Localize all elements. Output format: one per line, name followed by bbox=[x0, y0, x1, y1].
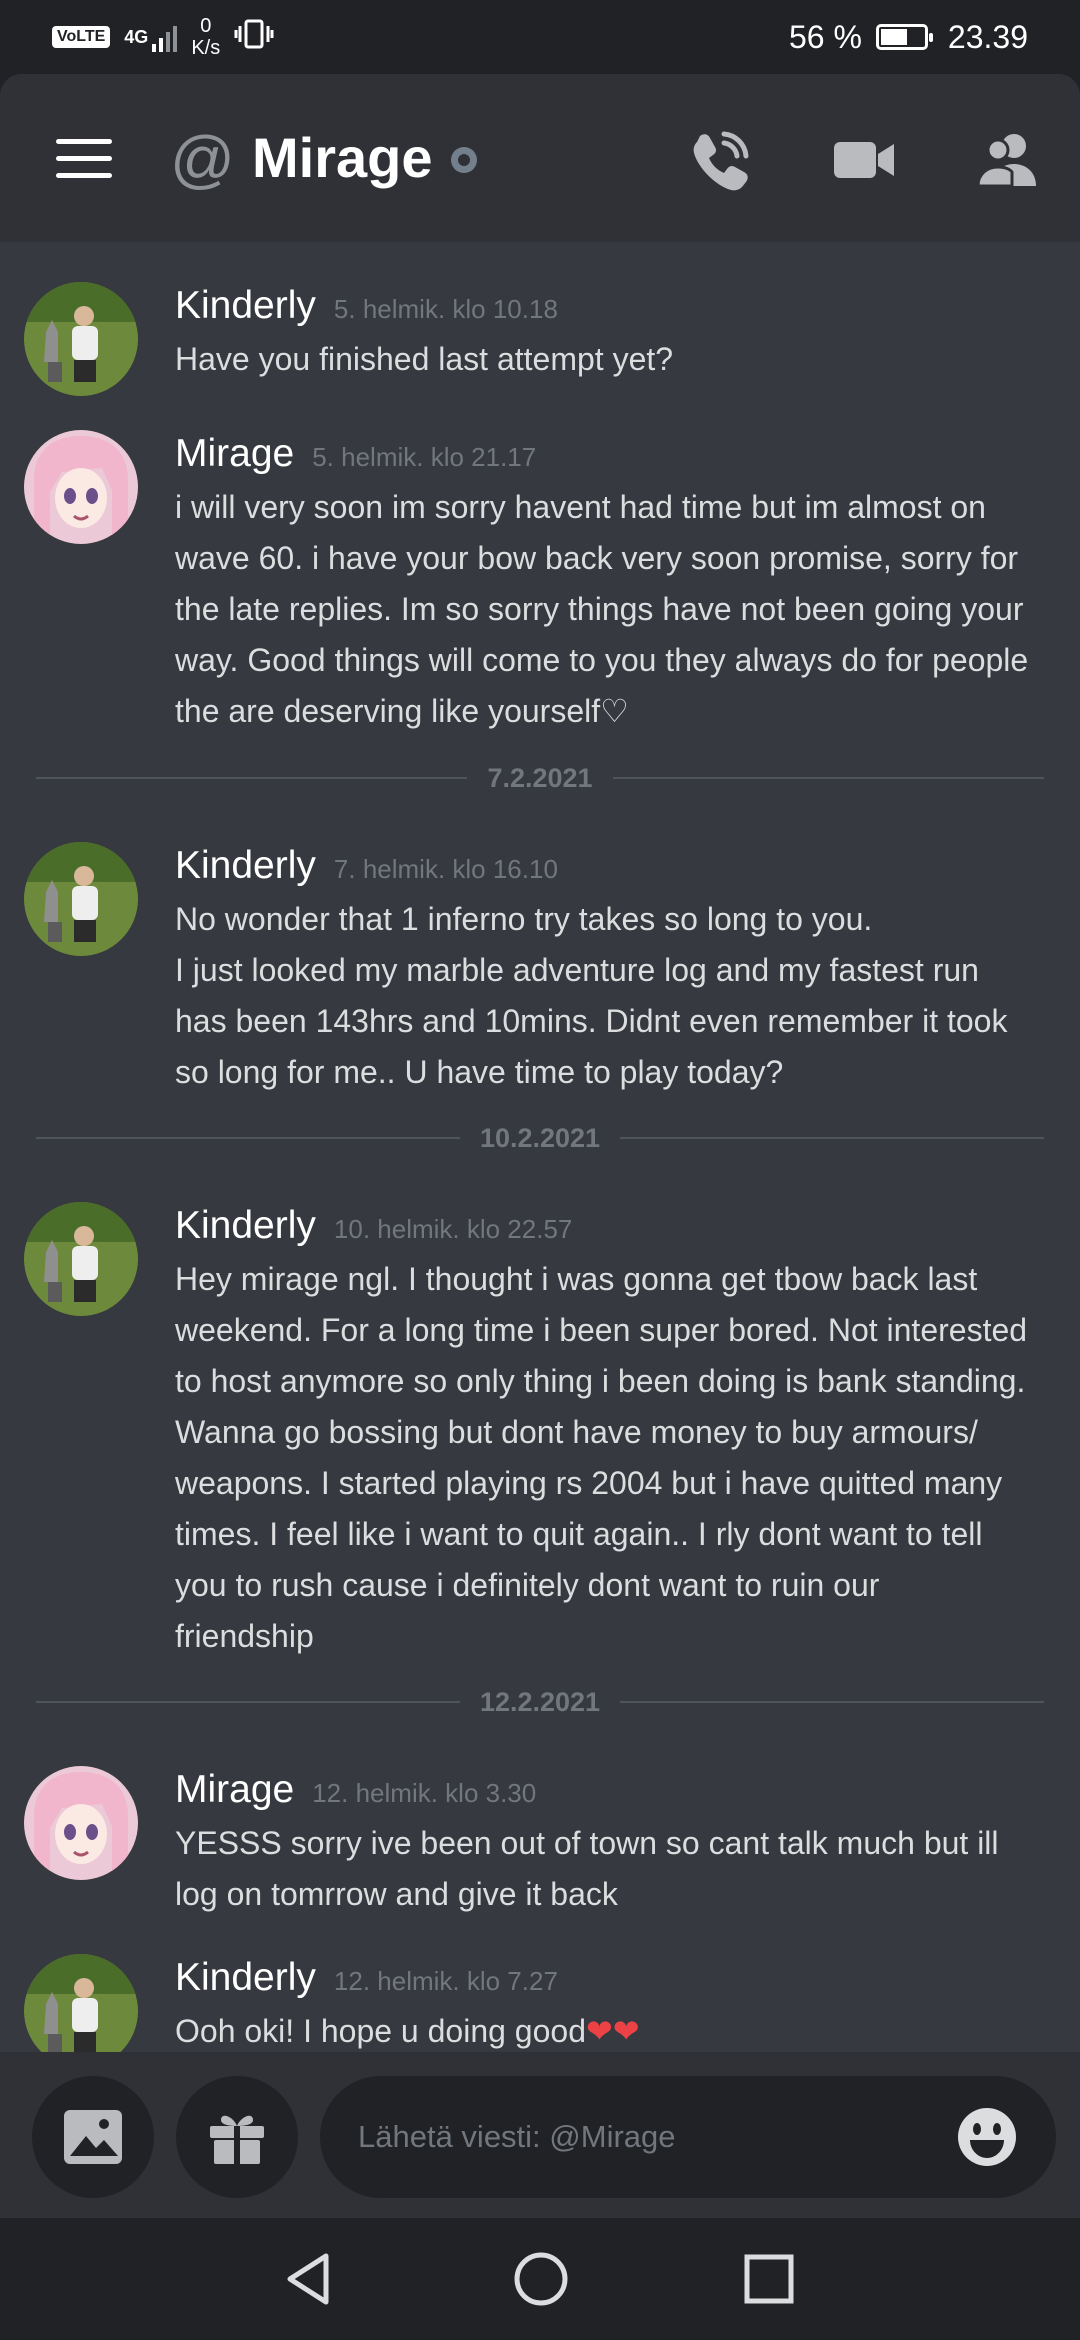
page-title: Mirage bbox=[252, 126, 433, 189]
message-line: times. I feel like i want to quit again.… bbox=[175, 1516, 983, 1552]
clock: 23.39 bbox=[947, 18, 1028, 55]
message-timestamp: 12. helmik. klo 7.27 bbox=[333, 1966, 558, 1996]
voice-call-icon[interactable] bbox=[686, 126, 754, 194]
message-body: i will very soon im sorry havent had tim… bbox=[175, 482, 1065, 737]
net-speed-value: 0 bbox=[200, 15, 212, 37]
net-speed: 0 K/s bbox=[191, 15, 220, 59]
recents-icon[interactable] bbox=[738, 2248, 800, 2310]
message-header: Kinderly 5. helmik. klo 10.18 bbox=[175, 284, 558, 328]
emoji-icon[interactable] bbox=[956, 2106, 1018, 2168]
message-line: friendship bbox=[175, 1618, 314, 1654]
date-divider-label: 7.2.2021 bbox=[487, 762, 593, 793]
vibrate-icon bbox=[234, 18, 274, 56]
message-author[interactable]: Mirage bbox=[175, 1768, 294, 1812]
battery-percent: 56 % bbox=[788, 18, 862, 55]
message-line: has been 143hrs and 10mins. Didnt even r… bbox=[175, 1003, 1008, 1039]
date-divider: 12.2.2021 bbox=[36, 1682, 1044, 1722]
message-timestamp: 7. helmik. klo 16.10 bbox=[333, 854, 558, 884]
home-icon[interactable] bbox=[510, 2248, 572, 2310]
at-icon: @ bbox=[170, 123, 235, 195]
message-input[interactable]: Lähetä viesti: @Mirage bbox=[320, 2076, 1056, 2198]
message-header: Kinderly 10. helmik. klo 22.57 bbox=[175, 1204, 572, 1248]
menu-icon[interactable] bbox=[56, 139, 112, 179]
back-icon[interactable] bbox=[278, 2248, 340, 2310]
message-text: Ooh oki! I hope u doing good bbox=[175, 2013, 586, 2049]
video-call-icon[interactable] bbox=[830, 126, 898, 194]
date-divider-label: 10.2.2021 bbox=[479, 1122, 601, 1153]
message-line: the are deserving like yourself♡ bbox=[175, 693, 629, 729]
avatar-kinderly[interactable] bbox=[24, 1954, 138, 2052]
message-line: wave 60. i have your bow back very soon … bbox=[175, 540, 1019, 576]
date-divider: 7.2.2021 bbox=[36, 758, 1045, 798]
message-body: No wonder that 1 inferno try takes so lo… bbox=[175, 894, 1065, 1098]
message-header: Kinderly 12. helmik. klo 7.27 bbox=[175, 1956, 558, 2000]
message-timestamp: 10. helmik. klo 22.57 bbox=[333, 1214, 573, 1244]
message-author[interactable]: Kinderly bbox=[175, 844, 316, 888]
system-navigation-bar bbox=[0, 2218, 1080, 2340]
message-header: Mirage 12. helmik. klo 3.30 bbox=[175, 1768, 536, 1812]
avatar-kinderly[interactable] bbox=[24, 1202, 138, 1316]
message-line: No wonder that 1 inferno try takes so lo… bbox=[175, 901, 873, 937]
message-line: weekend. For a long time i been super bo… bbox=[175, 1312, 1028, 1348]
message-composer: Lähetä viesti: @Mirage bbox=[0, 2052, 1080, 2218]
signal-icon bbox=[152, 22, 178, 52]
message-timestamp: 5. helmik. klo 10.18 bbox=[333, 294, 558, 324]
message-body: Have you finished last attempt yet? bbox=[175, 334, 1065, 385]
status-left: VoLTE 4G 0 K/s bbox=[52, 15, 274, 59]
battery-icon bbox=[875, 24, 933, 50]
message-body: Hey mirage ngl. I thought i was gonna ge… bbox=[175, 1254, 1065, 1662]
message-list[interactable]: Kinderly 5. helmik. klo 10.18 Have you f… bbox=[0, 242, 1080, 2052]
gift-button[interactable] bbox=[176, 2076, 298, 2198]
date-divider: 10.2.2021 bbox=[36, 1118, 1044, 1158]
avatar-kinderly[interactable] bbox=[24, 282, 138, 396]
message-body: YESSS sorry ive been out of town so cant… bbox=[175, 1818, 1065, 1920]
message-line: log on tomrrow and give it back bbox=[175, 1876, 618, 1912]
message-line: I just looked my marble adventure log an… bbox=[175, 952, 979, 988]
chat-header: @ Mirage bbox=[0, 74, 1080, 242]
message-line: Have you finished last attempt yet? bbox=[175, 341, 674, 377]
message-line: YESSS sorry ive been out of town so cant… bbox=[175, 1825, 999, 1861]
message-input-placeholder: Lähetä viesti: @Mirage bbox=[358, 2119, 676, 2154]
message-line: way. Good things will come to you they a… bbox=[175, 642, 1029, 678]
date-divider-label: 12.2.2021 bbox=[479, 1686, 601, 1717]
status-dot-icon bbox=[451, 147, 477, 173]
message-line: so long for me.. U have time to play tod… bbox=[175, 1054, 784, 1090]
message-line: the late replies. Im so sorry things hav… bbox=[175, 591, 1024, 627]
message-body: Ooh oki! I hope u doing good❤❤ bbox=[175, 2006, 1065, 2052]
message-line: Hey mirage ngl. I thought i was gonna ge… bbox=[175, 1261, 978, 1297]
message-author[interactable]: Kinderly bbox=[175, 1956, 316, 2000]
heart-emoji: ❤❤ bbox=[585, 2013, 640, 2049]
chat-window: @ Mirage Kinderly 5. helmik. klo 10.18 H… bbox=[0, 74, 1080, 2218]
message-line: weapons. I started playing rs 2004 but i… bbox=[175, 1465, 1003, 1501]
message-line: i will very soon im sorry havent had tim… bbox=[175, 489, 986, 525]
network-gen: 4G bbox=[124, 26, 149, 47]
message-line: Wanna go bossing but dont have money to … bbox=[175, 1414, 978, 1450]
message-author[interactable]: Kinderly bbox=[175, 284, 316, 328]
status-bar: VoLTE 4G 0 K/s 56 % 23.39 bbox=[0, 0, 1080, 74]
gift-icon bbox=[210, 2115, 264, 2164]
message-timestamp: 12. helmik. klo 3.30 bbox=[312, 1778, 537, 1808]
image-icon bbox=[64, 2110, 122, 2164]
message-author[interactable]: Mirage bbox=[175, 432, 294, 476]
status-right: 56 % 23.39 bbox=[789, 19, 1028, 56]
avatar-kinderly[interactable] bbox=[24, 842, 138, 956]
message-line: you to rush cause i definitely dont want… bbox=[175, 1567, 880, 1603]
image-upload-button[interactable] bbox=[32, 2076, 154, 2198]
net-speed-unit: K/s bbox=[191, 37, 221, 59]
message-line: Ooh oki! I hope u doing good❤❤ bbox=[175, 2006, 1065, 2052]
message-header: Mirage 5. helmik. klo 21.17 bbox=[175, 432, 536, 476]
message-line: to host anymore so only thing i been doi… bbox=[175, 1363, 1026, 1399]
message-author[interactable]: Kinderly bbox=[175, 1204, 316, 1248]
avatar-mirage[interactable] bbox=[24, 430, 138, 544]
message-timestamp: 5. helmik. klo 21.17 bbox=[312, 442, 537, 472]
volte-badge: VoLTE bbox=[52, 26, 111, 48]
avatar-mirage[interactable] bbox=[24, 1766, 138, 1880]
members-icon[interactable] bbox=[974, 126, 1042, 194]
message-header: Kinderly 7. helmik. klo 16.10 bbox=[175, 844, 558, 888]
